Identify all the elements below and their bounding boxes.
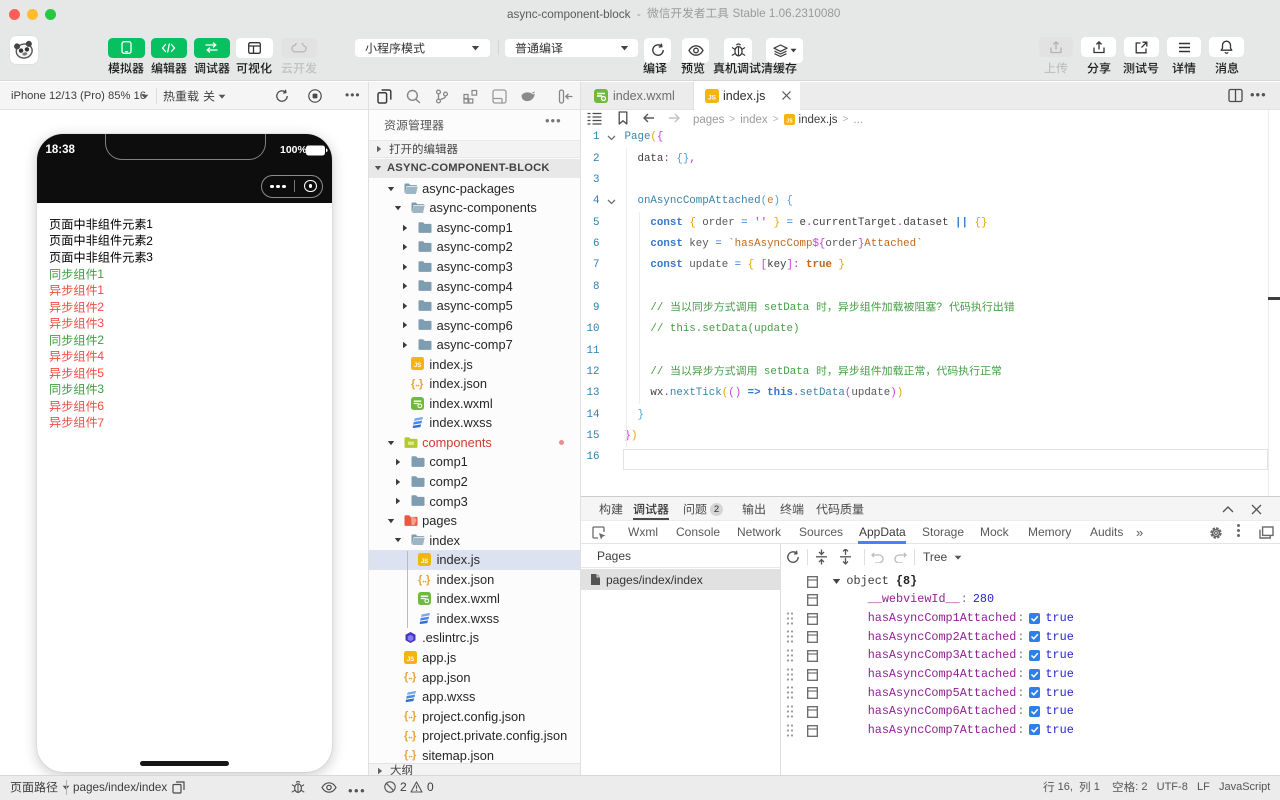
svg-text:{: { xyxy=(404,671,409,683)
svg-text:{: { xyxy=(404,710,409,722)
svg-text:}: } xyxy=(412,710,417,722)
svg-text:}: } xyxy=(426,574,431,586)
svg-text:{: { xyxy=(404,749,409,761)
svg-text:}: } xyxy=(412,671,417,683)
svg-text:}: } xyxy=(412,730,417,742)
svg-text:}: } xyxy=(412,749,417,761)
svg-text:JS: JS xyxy=(421,559,428,565)
svg-text:{: { xyxy=(418,574,423,586)
svg-text:{: { xyxy=(411,378,416,390)
svg-text:{: { xyxy=(404,730,409,742)
svg-text:JS: JS xyxy=(786,118,793,124)
svg-text:JS: JS xyxy=(708,95,717,102)
svg-text:JS: JS xyxy=(406,656,413,662)
svg-text:JS: JS xyxy=(414,363,421,369)
svg-text:}: } xyxy=(419,378,424,390)
